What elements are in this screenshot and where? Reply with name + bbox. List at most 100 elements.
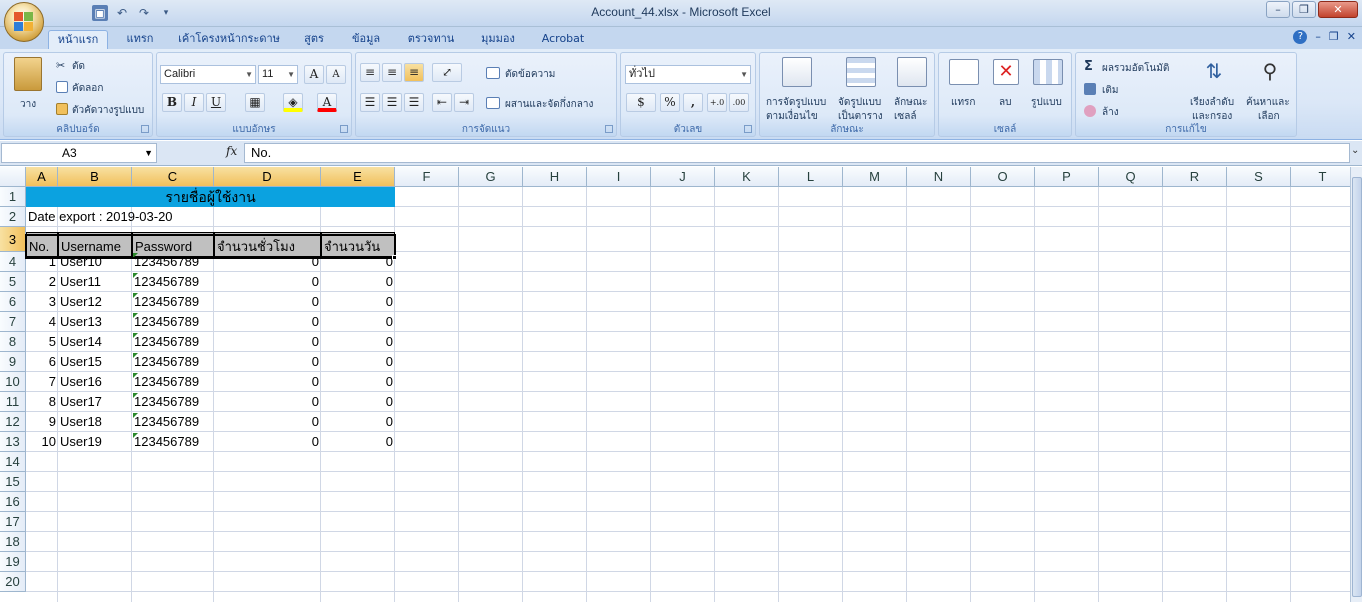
data-cell-c[interactable]: 123456789 (132, 432, 214, 452)
data-cell-b[interactable]: User14 (58, 332, 132, 352)
autosum-button[interactable]: ผลรวมอัตโนมัติ (1102, 61, 1169, 76)
row-header-17[interactable]: 17 (0, 512, 26, 532)
fill-icon[interactable] (1084, 83, 1096, 95)
align-center-button[interactable]: ☰ (382, 93, 402, 112)
column-header-f[interactable]: F (395, 167, 459, 187)
column-header-e[interactable]: E (321, 167, 395, 187)
data-cell-b[interactable]: User15 (58, 352, 132, 372)
column-header-j[interactable]: J (651, 167, 715, 187)
data-cell-a[interactable]: 9 (26, 412, 58, 432)
data-cell-e[interactable]: 0 (321, 332, 395, 352)
sheet-title-cell[interactable]: รายชื่อผู้ใช้งาน (26, 187, 395, 207)
paste-button[interactable]: วาง (20, 97, 36, 112)
format-cells-button[interactable]: รูปแบบ (1031, 95, 1062, 110)
vertical-scrollbar[interactable] (1350, 167, 1362, 602)
tab-view[interactable]: มุมมอง (472, 30, 524, 49)
borders-button[interactable]: ▦ (245, 93, 265, 112)
name-box[interactable]: A3 ▼ (1, 143, 157, 163)
row-header-15[interactable]: 15 (0, 472, 26, 492)
italic-button[interactable]: I (184, 93, 204, 112)
data-cell-d[interactable]: 0 (214, 292, 321, 312)
data-cell-b[interactable]: User10 (58, 252, 132, 272)
data-cell-b[interactable]: User11 (58, 272, 132, 292)
shrink-font-button[interactable]: A (326, 65, 346, 84)
clear-icon[interactable] (1084, 105, 1096, 117)
data-cell-a[interactable]: 7 (26, 372, 58, 392)
bold-button[interactable]: B (162, 93, 182, 112)
format-as-table-line1[interactable]: จัดรูปแบบ (838, 95, 881, 110)
column-header-h[interactable]: H (523, 167, 587, 187)
data-cell-c[interactable]: 123456789 (132, 252, 214, 272)
orientation-button[interactable]: ⤢ (432, 63, 462, 82)
row-header-2[interactable]: 2 (0, 207, 26, 227)
maximize-button[interactable]: ❐ (1292, 1, 1316, 18)
clear-button[interactable]: ล้าง (1102, 105, 1119, 120)
data-cell-c[interactable]: 123456789 (132, 372, 214, 392)
delete-cells-button[interactable]: ลบ (999, 95, 1011, 110)
row-header-9[interactable]: 9 (0, 352, 26, 372)
data-cell-c[interactable]: 123456789 (132, 392, 214, 412)
data-cell-e[interactable]: 0 (321, 432, 395, 452)
format-painter-button[interactable]: ตัวคัดวางรูปแบบ (72, 103, 144, 118)
row-header-7[interactable]: 7 (0, 312, 26, 332)
alignment-launcher-icon[interactable] (605, 125, 613, 133)
fill-color-button[interactable]: ◈ (283, 93, 303, 112)
data-cell-a[interactable]: 4 (26, 312, 58, 332)
delete-cells-icon[interactable]: ✕ (993, 59, 1019, 85)
ribbon-minimize-icon[interactable]: – (1315, 30, 1321, 44)
increase-indent-button[interactable]: ⇥ (454, 93, 474, 112)
tab-formulas[interactable]: สูตร (296, 30, 332, 49)
increase-decimal-button[interactable]: +.0 (707, 93, 727, 112)
office-button[interactable] (4, 2, 44, 42)
copy-icon[interactable] (56, 81, 68, 93)
column-header-m[interactable]: M (843, 167, 907, 187)
row-header-16[interactable]: 16 (0, 492, 26, 512)
data-cell-e[interactable]: 0 (321, 352, 395, 372)
export-date-cell[interactable]: Date export : 2019-03-20 (26, 207, 226, 227)
row-header-1[interactable]: 1 (0, 187, 26, 207)
scrollbar-thumb[interactable] (1352, 177, 1362, 597)
column-header-q[interactable]: Q (1099, 167, 1163, 187)
row-header-10[interactable]: 10 (0, 372, 26, 392)
grow-font-button[interactable]: A (304, 65, 324, 84)
data-cell-b[interactable]: User16 (58, 372, 132, 392)
percent-button[interactable]: % (660, 93, 680, 112)
data-cell-a[interactable]: 8 (26, 392, 58, 412)
find-select-icon[interactable]: ⚲ (1256, 59, 1284, 87)
column-header-c[interactable]: C (132, 167, 214, 187)
row-header-13[interactable]: 13 (0, 432, 26, 452)
row-header-6[interactable]: 6 (0, 292, 26, 312)
data-cell-d[interactable]: 0 (214, 372, 321, 392)
tab-page-layout[interactable]: เค้าโครงหน้ากระดาษ (174, 30, 284, 49)
data-cell-e[interactable]: 0 (321, 272, 395, 292)
data-cell-c[interactable]: 123456789 (132, 312, 214, 332)
column-header-a[interactable]: A (26, 167, 58, 187)
wrap-text-button[interactable]: ตัดข้อความ (505, 67, 555, 82)
format-as-table-icon[interactable] (846, 57, 876, 87)
fill-handle[interactable] (392, 255, 397, 260)
align-left-button[interactable]: ☰ (360, 93, 380, 112)
data-cell-d[interactable]: 0 (214, 252, 321, 272)
data-cell-e[interactable]: 0 (321, 312, 395, 332)
format-painter-icon[interactable] (56, 103, 68, 115)
column-header-g[interactable]: G (459, 167, 523, 187)
data-cell-e[interactable]: 0 (321, 372, 395, 392)
column-header-s[interactable]: S (1227, 167, 1291, 187)
data-cell-b[interactable]: User17 (58, 392, 132, 412)
column-header-r[interactable]: R (1163, 167, 1227, 187)
column-header-b[interactable]: B (58, 167, 132, 187)
row-header-3[interactable]: 3 (0, 227, 26, 252)
data-cell-d[interactable]: 0 (214, 432, 321, 452)
row-header-4[interactable]: 4 (0, 252, 26, 272)
expand-formula-bar-icon[interactable]: ⌄ (1351, 145, 1361, 156)
cell-styles-icon[interactable] (897, 57, 927, 87)
format-cells-icon[interactable] (1033, 59, 1063, 85)
data-cell-c[interactable]: 123456789 (132, 332, 214, 352)
align-top-button[interactable]: ≡ (360, 63, 380, 82)
data-cell-a[interactable]: 2 (26, 272, 58, 292)
insert-function-icon[interactable]: fx (226, 144, 237, 158)
font-name-select[interactable]: Calibri ▼ (160, 65, 256, 84)
comma-button[interactable]: , (683, 93, 703, 112)
row-header-5[interactable]: 5 (0, 272, 26, 292)
data-cell-c[interactable]: 123456789 (132, 352, 214, 372)
